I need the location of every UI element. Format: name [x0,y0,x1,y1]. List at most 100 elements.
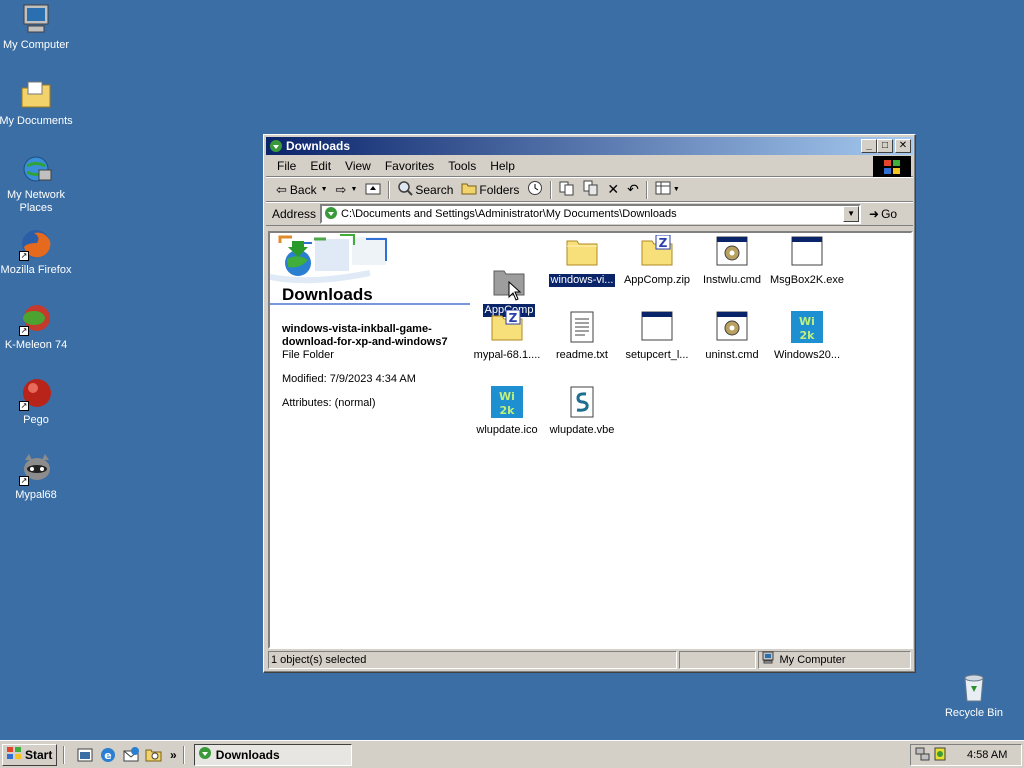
internet-explorer-icon[interactable]: e [99,746,117,764]
desktop-icon-label: My Network Places [6,189,66,214]
file-item-setupcert[interactable]: setupcert_l... [620,310,694,362]
desktop-icon-kmeleon[interactable]: ↗ K-Meleon 74 [0,302,74,352]
file-item-mypal-zip[interactable]: Z mypal-68.1.... [470,309,544,362]
menu-tools[interactable]: Tools [441,159,483,173]
explorer-window[interactable]: Downloads _ □ ✕ File Edit View Favorites… [263,134,916,673]
desktop-icon-firefox[interactable]: ↗ Mozilla Firefox [0,227,74,277]
show-desktop-icon[interactable] [76,746,94,764]
mouse-cursor-icon [508,280,522,304]
svg-text:Wi: Wi [799,315,815,328]
move-to-button[interactable] [555,180,579,200]
history-button[interactable] [523,180,547,200]
menu-help[interactable]: Help [483,159,522,173]
desktop-icon-label: Mozilla Firefox [0,264,72,276]
vbscript-file-icon [565,385,599,419]
svg-text:2k: 2k [800,329,816,342]
desktop-icon-pego[interactable]: ↗ Pego [0,377,74,427]
address-input[interactable]: C:\Documents and Settings\Administrator\… [320,204,862,224]
toolbar-separator [645,180,648,199]
maximize-button[interactable]: □ [877,139,893,153]
my-computer-icon [761,651,775,669]
desktop-icon-network-places[interactable]: My Network Places [0,152,74,215]
desktop-icon-my-documents[interactable]: My Documents [0,78,74,128]
undo-icon: ↶ [627,181,639,197]
copy-to-button[interactable] [579,180,603,200]
taskbar-separator [63,745,65,764]
chevron-more-icon[interactable]: » [170,748,177,762]
security-tray-icon[interactable] [933,746,947,765]
window-titlebar[interactable]: Downloads _ □ ✕ [266,137,913,155]
taskbar-button-downloads[interactable]: Downloads [193,743,352,766]
menu-view[interactable]: View [338,159,378,173]
dropdown-arrow-icon[interactable]: ▼ [350,186,357,193]
views-button[interactable]: ▼ [651,180,684,200]
dropdown-arrow-icon[interactable]: ▼ [673,186,680,193]
file-item-uninst-cmd[interactable]: uninst.cmd [695,310,769,362]
status-bar: 1 object(s) selected My Computer [268,651,913,670]
network-tray-icon[interactable] [915,746,931,765]
mypal-icon: ↗ [19,452,53,486]
windows-flag-icon [6,746,22,763]
forward-button[interactable]: ⇨ ▼ [332,180,362,200]
svg-text:Z: Z [509,311,518,325]
selected-item-attributes: Attributes: (normal) [282,397,376,409]
file-view[interactable]: Downloads windows-vista-inkball-game-dow… [268,231,913,649]
minimize-button[interactable]: _ [861,139,877,153]
dropdown-arrow-icon[interactable]: ▼ [321,186,328,193]
standard-toolbar: ⇦ Back ▼ ⇨ ▼ Search Folders ✕ ↶ ▼ [266,177,913,202]
history-clock-icon [527,180,543,199]
menu-edit[interactable]: Edit [303,159,338,173]
svg-text:Z: Z [659,236,668,250]
close-button[interactable]: ✕ [895,139,911,153]
file-item-appcomp-zip[interactable]: Z AppComp.zip [620,234,694,287]
outlook-express-icon[interactable] [122,746,140,764]
folders-button[interactable]: Folders [457,180,523,200]
desktop-icon-my-computer[interactable]: My Computer [0,2,74,52]
undo-button[interactable]: ↶ [623,180,643,200]
search-button[interactable]: Search [393,180,457,200]
desktop-icon-label: Recycle Bin [944,707,1004,719]
delete-button[interactable]: ✕ [603,180,623,200]
system-tray: 4:58 AM [910,744,1022,766]
file-item-wlupdate-ico[interactable]: Wi 2k wlupdate.ico [470,385,544,437]
views-icon [655,181,671,198]
file-item-windows20[interactable]: Wi 2k Windows20... [770,310,844,362]
start-button[interactable]: Start [2,743,57,766]
file-item-windows-vista[interactable]: windows-vi... [545,235,619,291]
file-item-wlupdate-vbe[interactable]: wlupdate.vbe [545,385,619,437]
clock[interactable]: 4:58 AM [967,749,1007,761]
search-icon [397,180,414,199]
desktop-icon-label: Pego [23,414,49,426]
desktop-icon-mypal[interactable]: ↗ Mypal68 [0,452,74,502]
desktop-icon-label: Mypal68 [15,489,57,501]
back-arrow-icon: ⇦ [276,181,287,197]
back-button[interactable]: ⇦ Back ▼ [272,180,332,200]
pane-folder-title: Downloads [270,285,470,305]
windows-logo-icon [873,156,911,177]
file-item-readme-txt[interactable]: readme.txt [545,310,619,362]
desktop-icon-label: My Computer [2,39,70,51]
delete-x-icon: ✕ [607,181,620,197]
address-label: Address [272,207,317,221]
svg-text:2k: 2k [500,404,516,417]
window-title: Downloads [286,139,351,153]
kmeleon-icon: ↗ [19,302,53,336]
move-to-icon [559,180,575,199]
file-item-msgbox2k-exe[interactable]: MsgBox2K.exe [770,235,844,287]
search-folder-icon[interactable] [145,746,163,764]
file-item-instwlu-cmd[interactable]: Instwlu.cmd [695,235,769,287]
win2k-image-icon: Wi 2k [490,385,524,419]
firefox-icon: ↗ [19,227,53,261]
up-folder-button[interactable] [361,180,385,200]
menu-favorites[interactable]: Favorites [378,159,441,173]
selected-item-type: File Folder [282,349,334,361]
exe-window-icon [640,310,674,344]
desktop-icon-recycle-bin[interactable]: Recycle Bin [936,670,1012,720]
folder-icon [565,235,599,269]
go-button[interactable]: ➜ Go [869,207,897,221]
address-dropdown-button[interactable]: ▼ [843,206,860,222]
toolbar-separator [388,180,391,199]
toolbar-separator [550,180,553,199]
menu-file[interactable]: File [270,159,303,173]
svg-text:e: e [104,749,111,762]
